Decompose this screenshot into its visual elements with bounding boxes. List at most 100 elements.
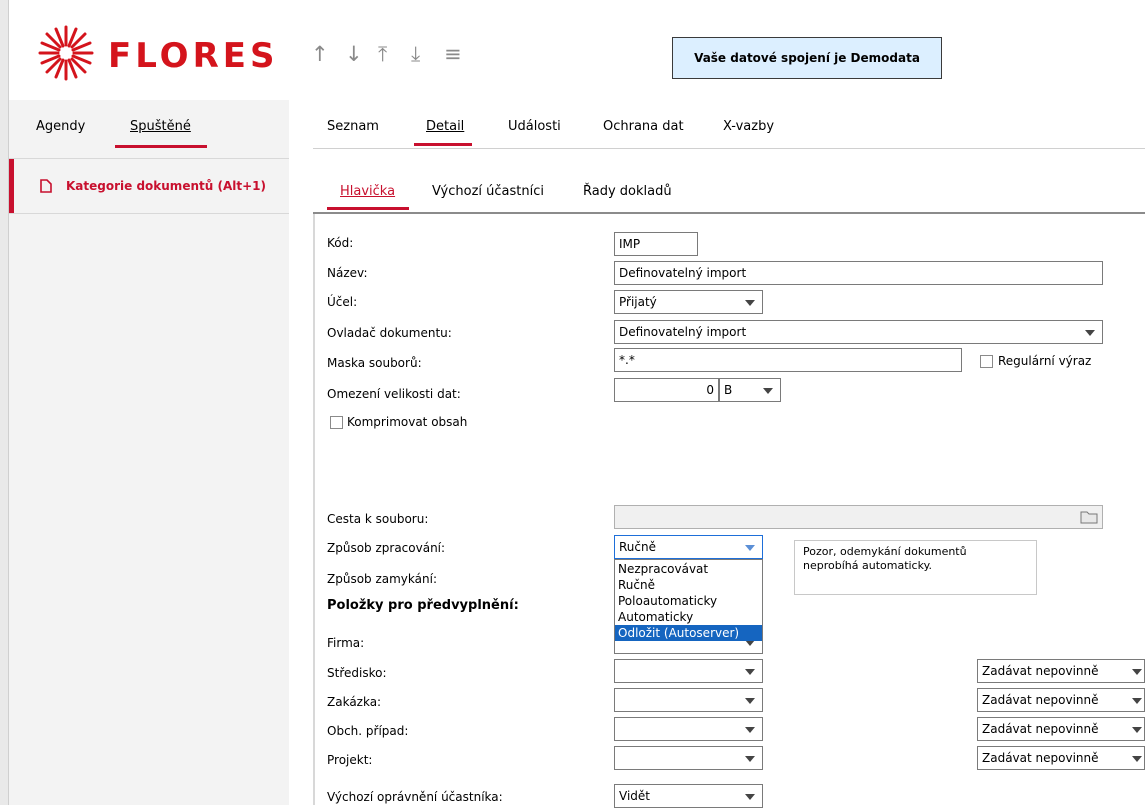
stredisko-label: Středisko: xyxy=(327,666,387,680)
chevron-down-icon xyxy=(745,794,755,800)
omezeni-label: Omezení velikosti dat: xyxy=(327,387,461,401)
omezeni-unit-value: B xyxy=(724,383,733,397)
ucel-label: Účel: xyxy=(327,295,358,309)
chevron-down-icon xyxy=(1132,669,1142,675)
ucel-value: Přijatý xyxy=(619,295,657,309)
zpusob-zamykani-label: Způsob zamykání: xyxy=(327,572,437,586)
divider xyxy=(313,212,1145,214)
left-item-label[interactable]: Kategorie dokumentů (Alt+1) xyxy=(66,179,266,193)
note-line-1: Pozor, odemykání dokumentů xyxy=(803,545,967,558)
chevron-down-icon xyxy=(1132,698,1142,704)
divider xyxy=(9,213,289,214)
requirement-value: Zadávat nepovinně xyxy=(982,722,1099,736)
arrow-top-icon[interactable]: ⤒ xyxy=(378,44,387,65)
chevron-down-icon xyxy=(1132,756,1142,762)
maska-label: Maska souborů: xyxy=(327,356,422,370)
zpusob-zpracovani-label: Způsob zpracování: xyxy=(327,541,446,555)
komprimovat-checkbox[interactable] xyxy=(330,416,343,429)
chevron-down-icon xyxy=(745,727,755,733)
arrow-down-icon[interactable]: ↓ xyxy=(345,44,363,65)
nazev-label: Název: xyxy=(327,266,368,280)
firma-label: Firma: xyxy=(327,636,365,650)
folder-icon[interactable] xyxy=(1080,510,1098,524)
regularni-checkbox[interactable] xyxy=(980,355,993,368)
connection-banner: Vaše datové spojení je Demodata xyxy=(672,37,942,79)
document-icon xyxy=(40,179,52,193)
ucel-select[interactable]: Přijatý xyxy=(614,290,763,314)
chevron-down-icon xyxy=(745,669,755,675)
kod-input[interactable]: IMP xyxy=(614,232,698,256)
projekt-select[interactable] xyxy=(614,746,763,770)
maska-input[interactable]: *.* xyxy=(614,348,962,372)
tab-vychozi-ucastnici[interactable]: Výchozí účastníci xyxy=(432,184,544,199)
kod-label: Kód: xyxy=(327,236,354,250)
dropdown-option-automaticky[interactable]: Automaticky xyxy=(615,609,762,625)
cesta-label: Cesta k souboru: xyxy=(327,512,429,526)
obch-pripad-select[interactable] xyxy=(614,717,763,741)
tab-x-vazby[interactable]: X-vazby xyxy=(723,119,774,134)
logo-text: FLORES xyxy=(108,36,279,76)
requirement-value: Zadávat nepovinně xyxy=(982,664,1099,678)
chevron-down-icon xyxy=(745,545,755,551)
chevron-down-icon xyxy=(745,698,755,704)
chevron-down-icon xyxy=(745,300,755,306)
active-item-indicator xyxy=(9,159,14,213)
dropdown-option-nezpracovavat[interactable]: Nezpracovávat xyxy=(615,561,762,577)
komprimovat-label: Komprimovat obsah xyxy=(347,415,468,429)
omezeni-unit-select[interactable]: B xyxy=(719,378,781,402)
dropdown-option-rucne[interactable]: Ručně xyxy=(615,577,762,593)
window-frame xyxy=(0,0,9,805)
chevron-down-icon xyxy=(1085,330,1095,336)
ovladac-value: Definovatelný import xyxy=(619,325,747,339)
projekt-label: Projekt: xyxy=(327,753,373,767)
tab-rady-dokladu[interactable]: Řady dokladů xyxy=(583,184,672,199)
tab-seznam[interactable]: Seznam xyxy=(327,119,379,134)
arrow-bottom-icon[interactable]: ⤓ xyxy=(411,44,420,65)
tab-udalosti[interactable]: Události xyxy=(508,119,561,134)
nazev-input[interactable]: Definovatelný import xyxy=(614,261,1103,285)
dropdown-option-poloautomaticky[interactable]: Poloautomaticky xyxy=(615,593,762,609)
zpusob-zpracovani-dropdown[interactable]: Nezpracovávat Ručně Poloautomaticky Auto… xyxy=(614,559,763,641)
divider xyxy=(313,148,1145,149)
tab-spustene[interactable]: Spuštěné xyxy=(130,119,191,134)
active-tab-indicator xyxy=(115,145,207,148)
stredisko-requirement-select[interactable]: Zadávat nepovinně xyxy=(977,659,1145,683)
zakazka-select[interactable] xyxy=(614,688,763,712)
active-subtab-indicator xyxy=(327,207,409,210)
tab-detail[interactable]: Detail xyxy=(426,119,464,134)
form-border xyxy=(313,214,315,805)
panel-gap xyxy=(289,100,300,805)
zpusob-zpracovani-value: Ručně xyxy=(619,540,656,554)
omezeni-input[interactable]: 0 xyxy=(614,378,719,402)
ovladac-label: Ovladač dokumentu: xyxy=(327,326,452,340)
zakazka-label: Zakázka: xyxy=(327,695,382,709)
zpusob-zpracovani-select[interactable]: Ručně xyxy=(614,535,763,559)
obch-pripad-requirement-select[interactable]: Zadávat nepovinně xyxy=(977,717,1145,741)
arrow-up-icon[interactable]: ↑ xyxy=(311,44,329,65)
opravneni-label: Výchozí oprávnění účastníka: xyxy=(327,790,503,804)
menu-icon[interactable]: ≡ xyxy=(444,44,462,65)
zakazka-requirement-select[interactable]: Zadávat nepovinně xyxy=(977,688,1145,712)
cesta-input[interactable] xyxy=(614,505,1103,529)
tab-agendy[interactable]: Agendy xyxy=(36,119,85,134)
chevron-down-icon xyxy=(1132,727,1142,733)
stredisko-select[interactable] xyxy=(614,659,763,683)
chevron-down-icon xyxy=(763,388,773,394)
ovladac-select[interactable]: Definovatelný import xyxy=(614,320,1103,344)
flores-logo-icon xyxy=(38,25,94,81)
warning-note: Pozor, odemykání dokumentů neprobíhá aut… xyxy=(794,540,1037,595)
requirement-value: Zadávat nepovinně xyxy=(982,751,1099,765)
obch-pripad-label: Obch. případ: xyxy=(327,724,409,738)
tab-ochrana-dat[interactable]: Ochrana dat xyxy=(603,119,684,134)
projekt-requirement-select[interactable]: Zadávat nepovinně xyxy=(977,746,1145,770)
chevron-down-icon xyxy=(745,756,755,762)
opravneni-value: Vidět xyxy=(619,789,650,803)
regularni-label: Regulární výraz xyxy=(998,354,1092,368)
tab-hlavicka[interactable]: Hlavička xyxy=(340,184,395,199)
active-tab-indicator xyxy=(414,143,472,146)
requirement-value: Zadávat nepovinně xyxy=(982,693,1099,707)
dropdown-option-odlozit[interactable]: Odložit (Autoserver) xyxy=(615,625,762,641)
opravneni-select[interactable]: Vidět xyxy=(614,784,763,808)
section-title: Položky pro předvyplnění: xyxy=(327,598,519,613)
note-line-2: neprobíhá automaticky. xyxy=(803,559,933,572)
